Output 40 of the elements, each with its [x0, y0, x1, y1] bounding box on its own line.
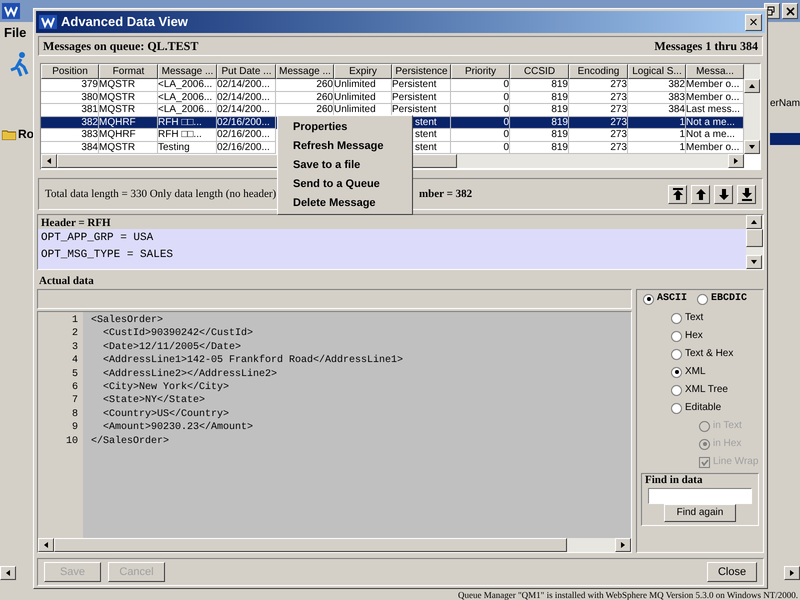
radio-label: XML Tree — [685, 384, 728, 396]
code-line: <Country>US</Country> — [102, 408, 230, 422]
group-title: Find in data — [645, 474, 702, 486]
data-length-text: Total data length = 330 Only data length (no header) — [45, 186, 276, 202]
line-number: 2 — [72, 327, 78, 341]
line-number: 9 — [72, 421, 78, 435]
column-header: erNam — [770, 97, 800, 111]
header-title: Header = RFH — [40, 216, 112, 229]
radio-label: Text & Hex — [685, 348, 734, 360]
line-number: 4 — [72, 354, 78, 368]
message-range-label: Messages 1 thru 384 — [654, 38, 758, 55]
code-line: <Amount>90230.23</Amount> — [102, 421, 254, 435]
line-number: 8 — [72, 408, 78, 422]
code-line: <AddressLine1>142-05 Frankford Road</AddressLine1> — [102, 354, 404, 368]
actual-data-label: Actual data — [39, 274, 95, 289]
code-line: <Date>12/11/2005</Date> — [102, 340, 242, 354]
line-number: 5 — [72, 368, 78, 382]
window-title: Advanced Data View — [61, 13, 188, 32]
code-line: <State>NY</State> — [102, 394, 206, 408]
line-number: 10 — [66, 434, 78, 448]
radio-label: Hex — [685, 330, 703, 342]
line-number: 6 — [72, 381, 78, 394]
code-line: <CustId>90390242</CustId> — [102, 327, 254, 341]
line-number: 1 — [72, 314, 78, 328]
status-text: Queue Manager "QM1" is installed with WebSphere MQ Version 5.3.0 on Windows NT/2000. — [458, 590, 798, 600]
line-number: 7 — [72, 394, 78, 408]
code-line: <City>New York</City> — [102, 381, 230, 394]
message-number-text: mber = 382 — [419, 186, 472, 202]
radio-label: EBCDIC — [711, 293, 748, 305]
radio-label: ASCII — [657, 293, 688, 305]
header-line: OPT_MSG_TYPE = SALES — [41, 248, 174, 263]
radio-label: Editable — [685, 402, 722, 414]
code-line: </SalesOrder> — [91, 434, 170, 448]
code-line: <AddressLine2></AddressLine2> — [102, 368, 278, 382]
radio-label: XML — [685, 366, 706, 378]
queue-label: Messages on queue: QL.TEST — [43, 38, 198, 55]
header-line: OPT_APP_GRP = USA — [41, 231, 154, 246]
line-number: 3 — [72, 340, 78, 354]
radio-label: Text — [685, 312, 704, 324]
code-line: <SalesOrder> — [91, 314, 164, 328]
